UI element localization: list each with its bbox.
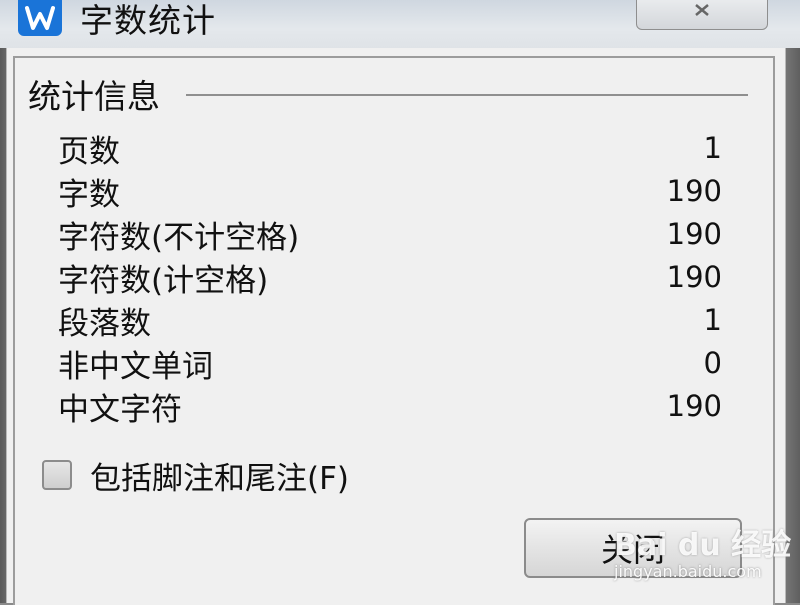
stat-value: 190 bbox=[666, 260, 722, 294]
stat-value: 190 bbox=[666, 217, 722, 251]
stat-value: 1 bbox=[703, 131, 722, 165]
stat-row-chars-with-spaces: 字符数(计空格) 190 bbox=[58, 256, 722, 299]
stat-value: 1 bbox=[703, 303, 722, 337]
stat-label: 页数 bbox=[58, 133, 120, 170]
title-bar: 字数统计 bbox=[0, 0, 800, 48]
stat-value: 0 bbox=[703, 346, 722, 380]
stat-row-pages: 页数 1 bbox=[58, 127, 722, 170]
close-button[interactable]: 关闭 bbox=[524, 518, 742, 578]
group-divider bbox=[186, 94, 748, 96]
footnotes-option[interactable]: 包括脚注和尾注(F) bbox=[42, 453, 349, 498]
stat-row-chinese-chars: 中文字符 190 bbox=[58, 385, 722, 428]
stat-row-paragraphs: 段落数 1 bbox=[58, 299, 722, 342]
window-close-button[interactable] bbox=[636, 0, 768, 30]
close-icon bbox=[693, 2, 711, 21]
stat-row-words: 字数 190 bbox=[58, 170, 722, 213]
window-title: 字数统计 bbox=[80, 1, 216, 40]
stat-row-chars-no-spaces: 字符数(不计空格) 190 bbox=[58, 213, 722, 256]
stat-label: 字数 bbox=[58, 176, 120, 213]
stat-label: 字符数(不计空格) bbox=[58, 219, 300, 256]
include-footnotes-label[interactable]: 包括脚注和尾注(F) bbox=[90, 453, 349, 498]
group-title: 统计信息 bbox=[28, 70, 170, 118]
stat-label: 段落数 bbox=[58, 305, 151, 342]
stat-row-non-chinese-words: 非中文单词 0 bbox=[58, 342, 722, 385]
stat-label: 中文字符 bbox=[58, 391, 182, 428]
include-footnotes-checkbox[interactable] bbox=[42, 460, 72, 490]
stat-label: 字符数(计空格) bbox=[58, 262, 269, 299]
stat-value: 190 bbox=[666, 389, 722, 423]
stat-value: 190 bbox=[666, 174, 722, 208]
close-button-label: 关闭 bbox=[600, 531, 665, 569]
wps-writer-icon bbox=[18, 0, 62, 36]
stat-label: 非中文单词 bbox=[58, 348, 213, 385]
